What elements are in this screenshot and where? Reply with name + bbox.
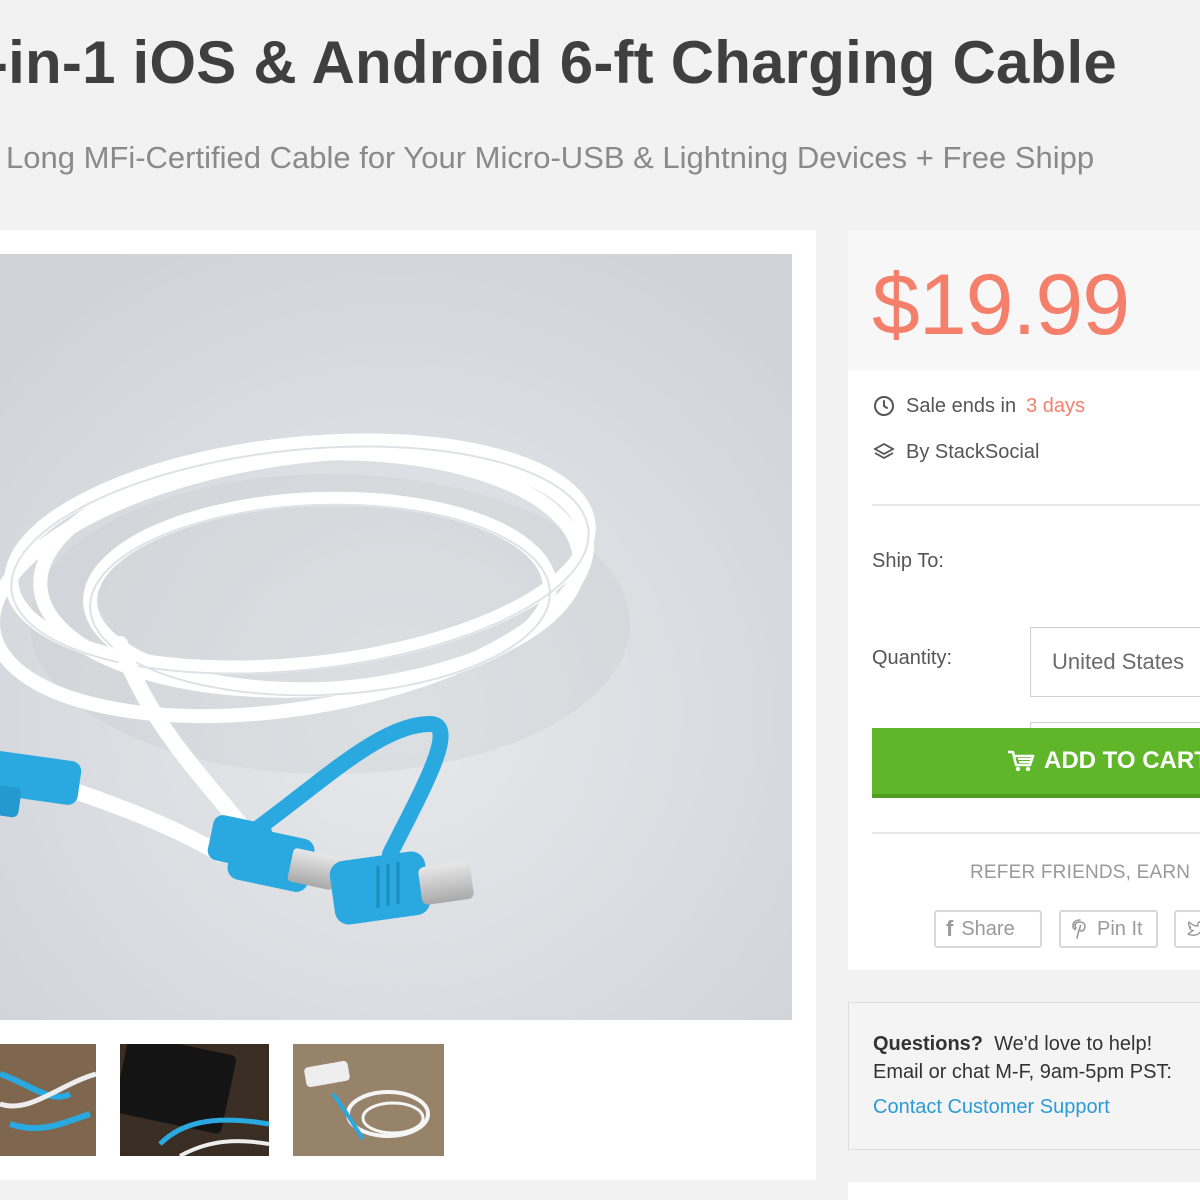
layers-icon <box>873 442 895 460</box>
sale-prefix: Sale ends in <box>906 394 1017 417</box>
contact-support-link[interactable]: Contact Customer Support <box>873 1096 1110 1119</box>
ship-to-select[interactable]: United States <box>1030 627 1200 697</box>
quantity-label: Quantity: <box>872 647 953 669</box>
product-gallery <box>0 230 816 1180</box>
product-subtitle: Long MFi-Certified Cable for Your Micro-… <box>6 140 1095 175</box>
add-to-cart-label: ADD TO CART <box>1044 747 1200 774</box>
cart-icon <box>1008 750 1035 772</box>
share-button[interactable]: f Share <box>934 910 1042 948</box>
vendor-name[interactable]: By StackSocial <box>906 441 1039 464</box>
pin-label: Pin It <box>1097 917 1143 940</box>
clock-icon <box>874 396 894 416</box>
share-label: Share <box>961 917 1015 940</box>
lower-card <box>848 1182 1200 1200</box>
vendor: By StackSocial <box>872 440 1039 464</box>
sale-remaining: 3 days <box>1026 394 1086 417</box>
add-to-cart-button[interactable]: ADD TO CART <box>872 728 1200 798</box>
hours-text: Email or chat M-F, 9am-5pm PST: <box>873 1061 1172 1083</box>
pin-button[interactable]: Pin It <box>1059 910 1158 948</box>
divider <box>872 832 1200 834</box>
twitter-icon <box>1186 920 1200 936</box>
hero-image[interactable] <box>0 254 792 1020</box>
refer-text[interactable]: REFER FRIENDS, EARN <box>970 862 1190 884</box>
sale-timer: Sale ends in 3 days <box>872 394 1085 418</box>
questions-text: We'd love to help! <box>994 1033 1153 1055</box>
thumbnail-2[interactable] <box>120 1044 269 1156</box>
facebook-icon: f <box>946 916 954 941</box>
questions-line: Questions? We'd love to help! <box>873 1033 1152 1056</box>
price-box: $19.99 <box>848 230 1200 370</box>
tweet-button[interactable] <box>1174 910 1200 948</box>
cable-photo <box>0 254 792 1020</box>
divider <box>872 504 1200 506</box>
questions-bold: Questions? <box>873 1033 984 1055</box>
price: $19.99 <box>872 257 1130 353</box>
help-box: Questions? We'd love to help! Email or c… <box>848 1002 1200 1150</box>
thumbnail-1[interactable] <box>0 1044 96 1156</box>
thumbnail-3[interactable] <box>293 1044 444 1156</box>
ship-to-label: Ship To: <box>872 550 944 572</box>
product-title: -in-1 iOS & Android 6-ft Charging Cable <box>0 29 1117 96</box>
purchase-panel: $19.99 Sale ends in 3 days By StackSocia… <box>848 230 1200 970</box>
pinterest-icon <box>1072 919 1086 939</box>
